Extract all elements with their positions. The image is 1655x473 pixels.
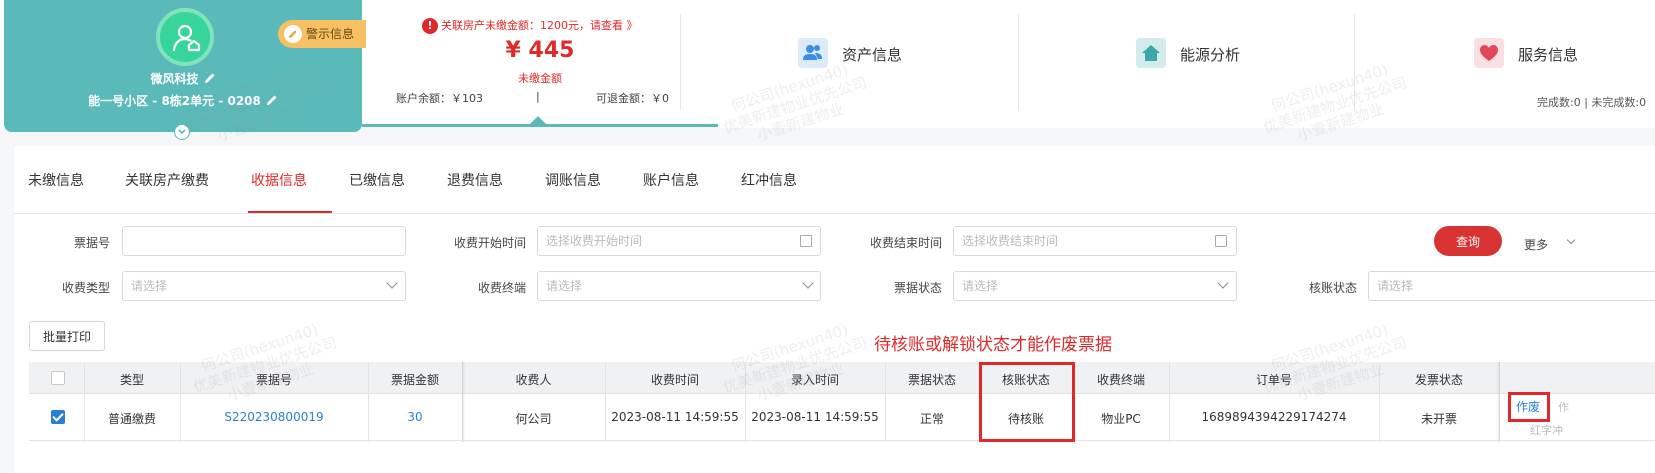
verify-status-highlight: [979, 362, 1075, 442]
column-header: 订单号: [1255, 373, 1292, 387]
column-divider: [745, 362, 746, 442]
void-button-highlight: [1508, 392, 1550, 422]
warning-info-button[interactable]: 警示信息: [278, 20, 366, 48]
edit-name-icon[interactable]: [204, 72, 216, 84]
end-time-label: 收费结束时间: [869, 236, 942, 250]
cell-pay-time: 2023-08-11 14:59:55: [611, 410, 739, 424]
pencil-icon: [284, 25, 302, 43]
edit-address-icon[interactable]: [266, 94, 278, 106]
chevron-down-icon: [178, 129, 186, 135]
tab-receipts[interactable]: 收据信息: [251, 170, 307, 190]
column-divider: [1169, 362, 1170, 442]
verify-status-label: 核账状态: [1308, 281, 1357, 295]
customer-address: 能一号小区 - 8栋2单元 - 0208: [4, 92, 362, 109]
tab-account[interactable]: 账户信息: [643, 170, 699, 190]
fixed-column-shadow: [462, 362, 466, 442]
start-time-input[interactable]: [537, 226, 821, 256]
refundable-amount: 可退金额：￥0: [596, 92, 669, 105]
cell-type: 普通缴费: [107, 412, 156, 426]
batch-print-button[interactable]: 批量打印: [29, 321, 105, 351]
tab-refund[interactable]: 退费信息: [447, 170, 503, 190]
column-divider: [605, 362, 606, 442]
cell-order-no: 1689894394229174274: [1201, 410, 1347, 424]
receipt-status-label: 票据状态: [893, 281, 942, 295]
terminal-select[interactable]: [537, 271, 821, 301]
heart-icon: [1474, 38, 1504, 68]
red-reversal-action: 红字冲: [1530, 424, 1563, 437]
divider: [680, 14, 681, 110]
start-time-label: 收费开始时间: [453, 236, 526, 250]
calendar-icon[interactable]: [800, 235, 812, 247]
column-divider: [180, 362, 181, 442]
unpaid-active-bar: [362, 124, 718, 127]
active-tab-indicator: [248, 211, 332, 213]
terminal-label: 收费终端: [477, 281, 526, 295]
column-header: 录入时间: [790, 373, 839, 387]
collapse-profile-button[interactable]: [174, 124, 190, 140]
users-icon: [798, 38, 828, 68]
disabled-action: 作: [1558, 401, 1569, 414]
avatar: [156, 8, 214, 66]
divider: [1018, 14, 1019, 110]
column-divider: [885, 362, 886, 442]
tab-paid[interactable]: 已缴信息: [349, 170, 405, 190]
cell-payee: 何公司: [515, 412, 552, 426]
cell-invoice-status: 未开票: [1420, 412, 1457, 426]
calendar-icon[interactable]: [1215, 235, 1227, 247]
column-header: 收费终端: [1096, 373, 1145, 387]
column-header: 发票状态: [1414, 373, 1463, 387]
row-divider: [29, 440, 1655, 441]
fixed-column-shadow: [1496, 362, 1500, 442]
cell-terminal: 物业PC: [1101, 412, 1141, 426]
alert-icon: !: [422, 18, 438, 34]
tab-bar: 未缴信息 关联房产缴费 收据信息 已缴信息 退费信息 调账信息 账户信息 红冲信…: [14, 146, 1655, 214]
user-home-icon: [172, 24, 201, 52]
unpaid-amount: ¥ 445: [505, 38, 575, 63]
tile-service[interactable]: 服务信息: [1474, 38, 1655, 68]
column-header: 收费时间: [650, 373, 699, 387]
unpaid-active-arrow: [530, 116, 546, 124]
tab-adjustment[interactable]: 调账信息: [545, 170, 601, 190]
column-header: 收费人: [515, 373, 552, 387]
cell-amount[interactable]: 30: [368, 410, 462, 424]
verify-status-select[interactable]: [1368, 271, 1655, 301]
account-balance: 账户余额：￥103: [396, 92, 483, 105]
end-time-input[interactable]: [953, 226, 1237, 256]
cell-receipt-no[interactable]: S220230800019: [180, 410, 368, 424]
tile-assets[interactable]: 资产信息: [798, 38, 938, 68]
linked-property-alert[interactable]: ! 关联房产未缴金额：1200元，请查看 》: [422, 17, 638, 34]
customer-name: 微风科技: [4, 70, 362, 87]
balance-separator: |: [536, 90, 540, 103]
unpaid-summary: ! 关联房产未缴金额：1200元，请查看 》 ¥ 445 未缴金额 账户余额：￥1…: [362, 0, 718, 128]
receipt-no-label: 票据号: [73, 236, 110, 250]
column-header: 票据状态: [907, 373, 956, 387]
select-all-checkbox[interactable]: [51, 371, 65, 385]
divider: [1354, 14, 1355, 110]
tab-red-reversal[interactable]: 红冲信息: [741, 170, 797, 190]
query-button[interactable]: 查询: [1434, 226, 1502, 256]
column-header: 票据号: [255, 373, 292, 387]
void-rule-annotation: 待核账或解锁状态才能作废票据: [874, 335, 1112, 355]
receipt-no-input[interactable]: [122, 226, 406, 256]
receipt-status-select[interactable]: [953, 271, 1237, 301]
fee-type-select[interactable]: [122, 271, 406, 301]
tile-energy[interactable]: 能源分析: [1136, 38, 1276, 68]
tab-unpaid[interactable]: 未缴信息: [28, 170, 84, 190]
column-header: 票据金额: [390, 373, 439, 387]
column-header: 类型: [119, 373, 144, 387]
tab-linked-property[interactable]: 关联房产缴费: [125, 170, 209, 190]
column-divider: [368, 362, 369, 442]
cell-receipt-status: 正常: [919, 412, 944, 426]
home-icon: [1136, 38, 1166, 68]
service-counts: 完成数:0 | 未完成数:0: [1537, 96, 1647, 109]
more-filters-toggle[interactable]: 更多: [1524, 235, 1576, 253]
unpaid-amount-label: 未缴金额: [518, 72, 562, 85]
cell-entry-time: 2023-08-11 14:59:55: [751, 410, 879, 424]
column-divider: [84, 362, 85, 442]
summary-bar: 微风科技 能一号小区 - 8栋2单元 - 0208 警示信息 ! 关联房产未缴金额…: [0, 0, 1655, 140]
fee-type-label: 收费类型: [61, 281, 110, 295]
row-checkbox[interactable]: [51, 410, 65, 424]
column-divider: [1379, 362, 1380, 442]
